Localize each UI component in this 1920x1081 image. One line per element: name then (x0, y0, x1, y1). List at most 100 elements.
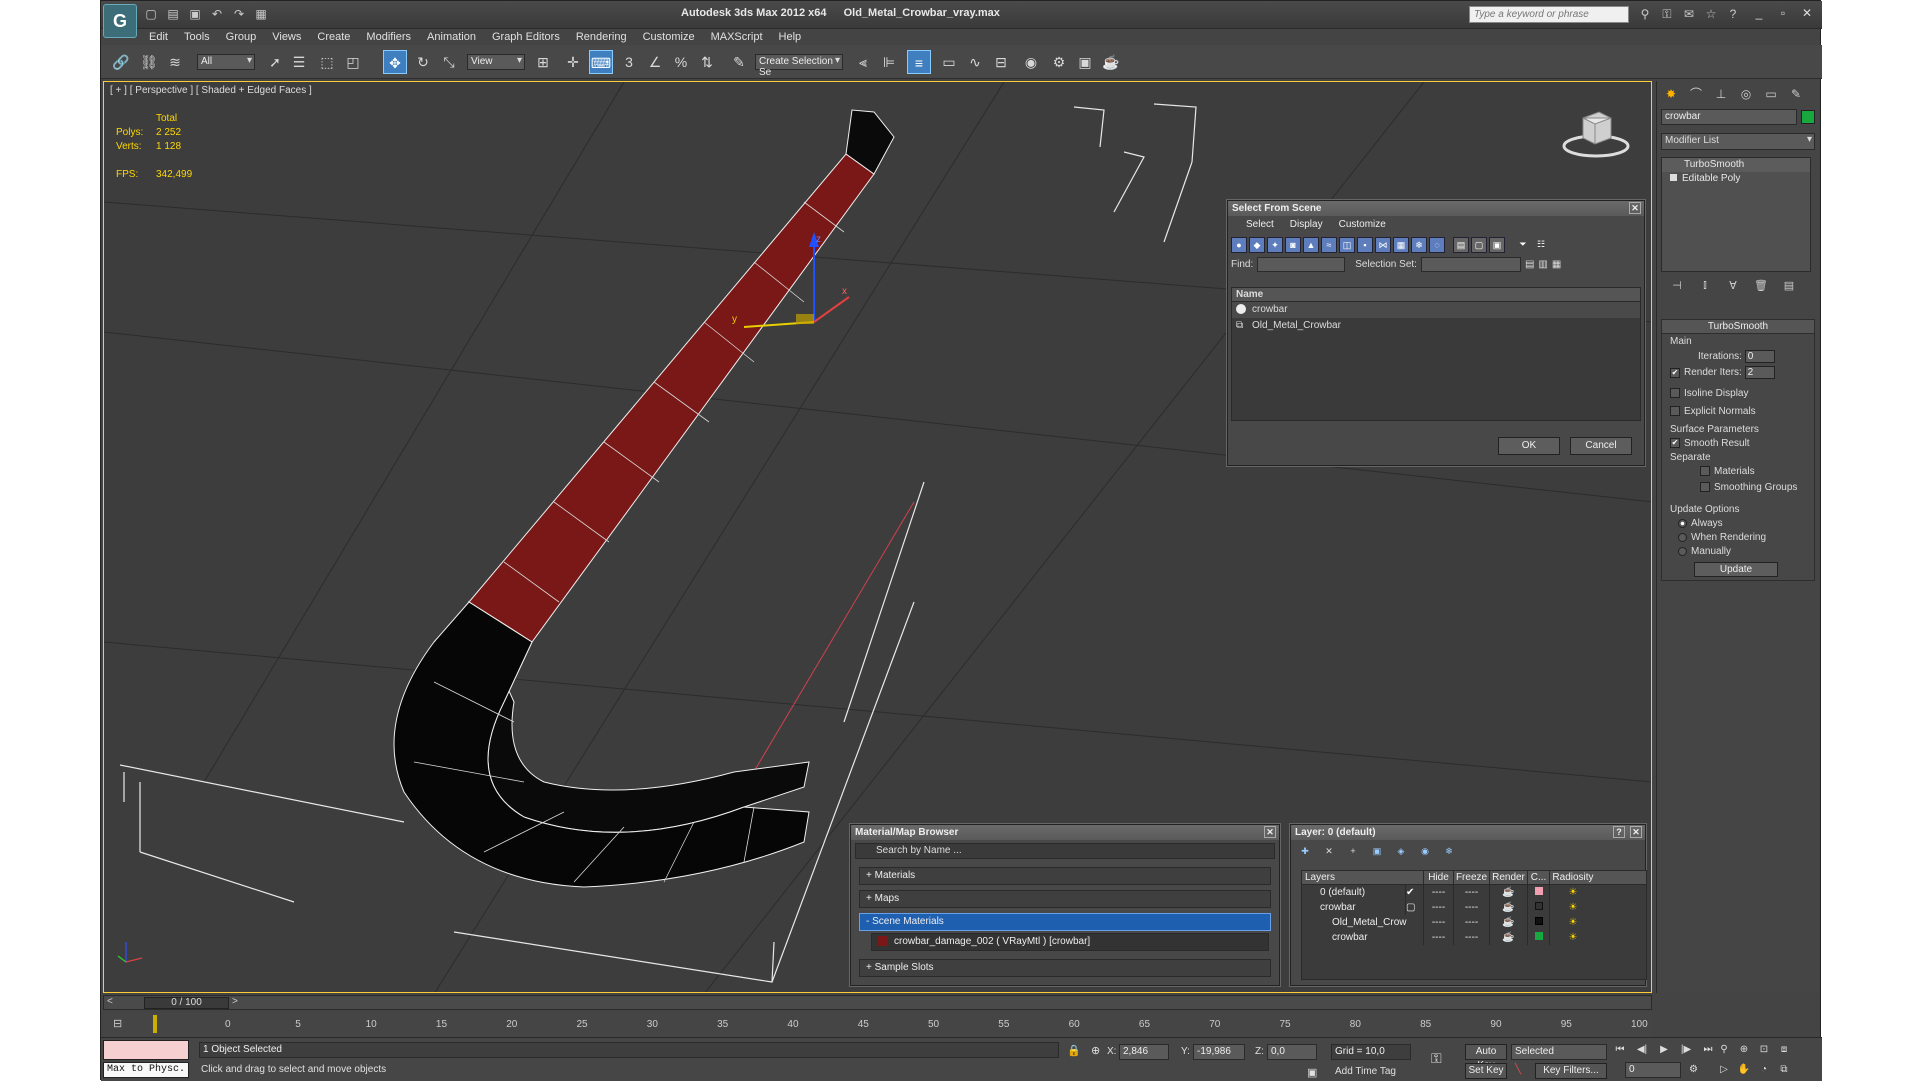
object-name-field[interactable]: crowbar (1661, 109, 1797, 125)
maxscript-listener-box[interactable] (103, 1040, 189, 1060)
select-and-rotate-icon[interactable]: ↻ (411, 50, 435, 74)
time-config-icon[interactable]: ⚙ (1689, 1064, 1698, 1075)
menu-customize[interactable]: Customize (635, 29, 703, 45)
xrefs-filter-icon[interactable]: ▪ (1357, 237, 1373, 253)
layer-hide[interactable]: ---- (1424, 885, 1454, 900)
key-filter-icon[interactable]: ╲ (1515, 1064, 1521, 1075)
previous-frame-icon[interactable]: < (107, 996, 113, 1007)
project-folder-icon[interactable]: ▦ (253, 6, 269, 22)
next-frame-icon[interactable]: > (232, 996, 238, 1007)
zoom-extents-all-icon[interactable]: ⧈ (1775, 1042, 1793, 1058)
scene-material-item[interactable]: crowbar_damage_002 ( VRayMtl ) [crowbar] (871, 933, 1269, 951)
maximize-icon[interactable]: ▫ (1772, 4, 1794, 22)
update-button[interactable]: Update (1694, 562, 1778, 577)
select-layer-objects-icon[interactable]: ▣ (1369, 844, 1385, 860)
layer-color-swatch[interactable] (1528, 930, 1550, 945)
set-key-icon[interactable]: ⚿ (1431, 1050, 1442, 1067)
menu-edit[interactable]: Edit (141, 29, 176, 45)
undo-icon[interactable]: ↶ (209, 6, 225, 22)
menu-display[interactable]: Display (1282, 216, 1331, 234)
remove-modifier-icon[interactable]: 🗑 (1753, 279, 1769, 295)
find-input[interactable] (1257, 257, 1346, 272)
menu-rendering[interactable]: Rendering (568, 29, 635, 45)
current-frame-field[interactable]: 0 (1625, 1062, 1681, 1078)
render-iters-checkbox[interactable]: ✔ (1670, 367, 1680, 378)
layer-color-swatch[interactable] (1528, 915, 1550, 930)
add-to-selection-set-icon[interactable]: ▦ (1552, 259, 1561, 270)
col-color[interactable]: C... (1528, 871, 1550, 884)
bind-spacewarp-icon[interactable]: ≋ (163, 50, 187, 74)
frozen-filter-icon[interactable]: ❄ (1411, 237, 1427, 253)
close-icon[interactable]: ✕ (1264, 826, 1276, 838)
selection-set-dropdown[interactable] (1420, 257, 1521, 272)
radiosity-icon[interactable]: ☀ (1550, 915, 1596, 930)
name-column-header[interactable]: Name (1232, 288, 1640, 302)
col-hide[interactable]: Hide (1424, 871, 1454, 884)
create-selection-set-icon[interactable]: ▤ (1525, 259, 1534, 270)
col-freeze[interactable]: Freeze (1454, 871, 1490, 884)
freeze-all-layers-icon[interactable]: ❄ (1441, 844, 1457, 860)
previous-key-icon[interactable]: ◀| (1633, 1042, 1651, 1058)
bones-filter-icon[interactable]: ⋈ (1375, 237, 1391, 253)
smooth-result-checkbox[interactable]: ✔ (1670, 438, 1680, 449)
hide-all-layers-icon[interactable]: ◉ (1417, 844, 1433, 860)
manually-radio[interactable] (1678, 546, 1687, 556)
schematic-view-icon[interactable]: ⊟ (989, 50, 1013, 74)
filter-funnel-icon[interactable]: ⏷ (1515, 237, 1531, 253)
key-mode-dropdown[interactable]: Selected (1511, 1044, 1607, 1060)
menu-modifiers[interactable]: Modifiers (358, 29, 419, 45)
spacewarps-filter-icon[interactable]: ≈ (1321, 237, 1337, 253)
z-coord-field[interactable]: 0,0 (1267, 1044, 1317, 1060)
layer-row[interactable]: Old_Metal_Crow ---- ---- ☕ ☀ (1302, 915, 1646, 930)
favorites-star-icon[interactable]: ☆ (1703, 6, 1719, 22)
field-of-view-icon[interactable]: ▷ (1715, 1062, 1733, 1078)
col-layers[interactable]: Layers (1302, 871, 1424, 884)
pin-stack-icon[interactable]: ⊣ (1669, 279, 1685, 295)
unlink-icon[interactable]: ⛓ (137, 50, 161, 74)
when-rendering-radio[interactable] (1678, 532, 1687, 542)
close-icon[interactable]: ✕ (1796, 4, 1818, 22)
render-teapot-icon[interactable]: ☕ (1490, 915, 1528, 930)
rectangle-selection-icon[interactable]: ⬚ (315, 50, 339, 74)
reference-coordinate-dropdown[interactable]: View (467, 54, 525, 70)
helpers-filter-icon[interactable]: ▲ (1303, 237, 1319, 253)
modifier-stack-item[interactable]: Editable Poly (1662, 172, 1810, 186)
menu-create[interactable]: Create (309, 29, 358, 45)
mirror-icon[interactable]: ⫷ (851, 50, 875, 74)
link-icon[interactable]: 🔗 (109, 50, 133, 74)
hidden-filter-icon[interactable]: ◌ (1429, 237, 1445, 253)
y-coord-field[interactable]: -19,986 (1193, 1044, 1245, 1060)
maxscript-mini-listener[interactable]: Max to Physc. (103, 1062, 189, 1078)
set-key-button[interactable]: Set Key (1465, 1063, 1507, 1079)
x-coord-field[interactable]: 2,846 (1119, 1044, 1169, 1060)
menu-group[interactable]: Group (218, 29, 265, 45)
menu-graph-editors[interactable]: Graph Editors (484, 29, 568, 45)
menu-maxscript[interactable]: MAXScript (703, 29, 771, 45)
time-slider-thumb[interactable]: 0 / 100 (144, 997, 229, 1009)
modifier-stack-item[interactable]: TurboSmooth (1662, 158, 1810, 172)
geometry-filter-icon[interactable]: ● (1231, 237, 1247, 253)
add-to-layer-icon[interactable]: + (1345, 844, 1361, 860)
pan-icon[interactable]: ✋ (1735, 1062, 1753, 1078)
scene-materials-section[interactable]: - Scene Materials (859, 913, 1271, 931)
menu-customize[interactable]: Customize (1331, 216, 1394, 234)
turbosmooth-rollout-header[interactable]: TurboSmooth (1662, 320, 1814, 334)
ok-button[interactable]: OK (1498, 437, 1560, 455)
open-file-icon[interactable]: ▤ (165, 6, 181, 22)
help-icon[interactable]: ? (1613, 826, 1625, 838)
angle-snap-icon[interactable]: ∠ (643, 50, 667, 74)
hierarchy-tab-icon[interactable]: ⊥ (1711, 85, 1731, 103)
separate-materials-checkbox[interactable] (1700, 466, 1710, 477)
utilities-tab-icon[interactable]: ✎ (1786, 85, 1806, 103)
shapes-filter-icon[interactable]: ◆ (1249, 237, 1265, 253)
menu-select[interactable]: Select (1238, 216, 1282, 234)
viewcube-icon[interactable] (1561, 106, 1631, 158)
ribbon-icon[interactable]: ▭ (937, 50, 961, 74)
layer-freeze[interactable]: ---- (1454, 915, 1490, 930)
object-color-swatch[interactable] (1801, 110, 1815, 124)
configure-sets-icon[interactable]: ▤ (1781, 279, 1797, 295)
binoculars-icon[interactable]: ⚲ (1637, 6, 1653, 22)
sample-slots-section[interactable]: + Sample Slots (859, 959, 1271, 977)
render-teapot-icon[interactable]: ☕ (1490, 930, 1528, 945)
render-teapot-icon[interactable]: ☕ (1490, 900, 1528, 915)
